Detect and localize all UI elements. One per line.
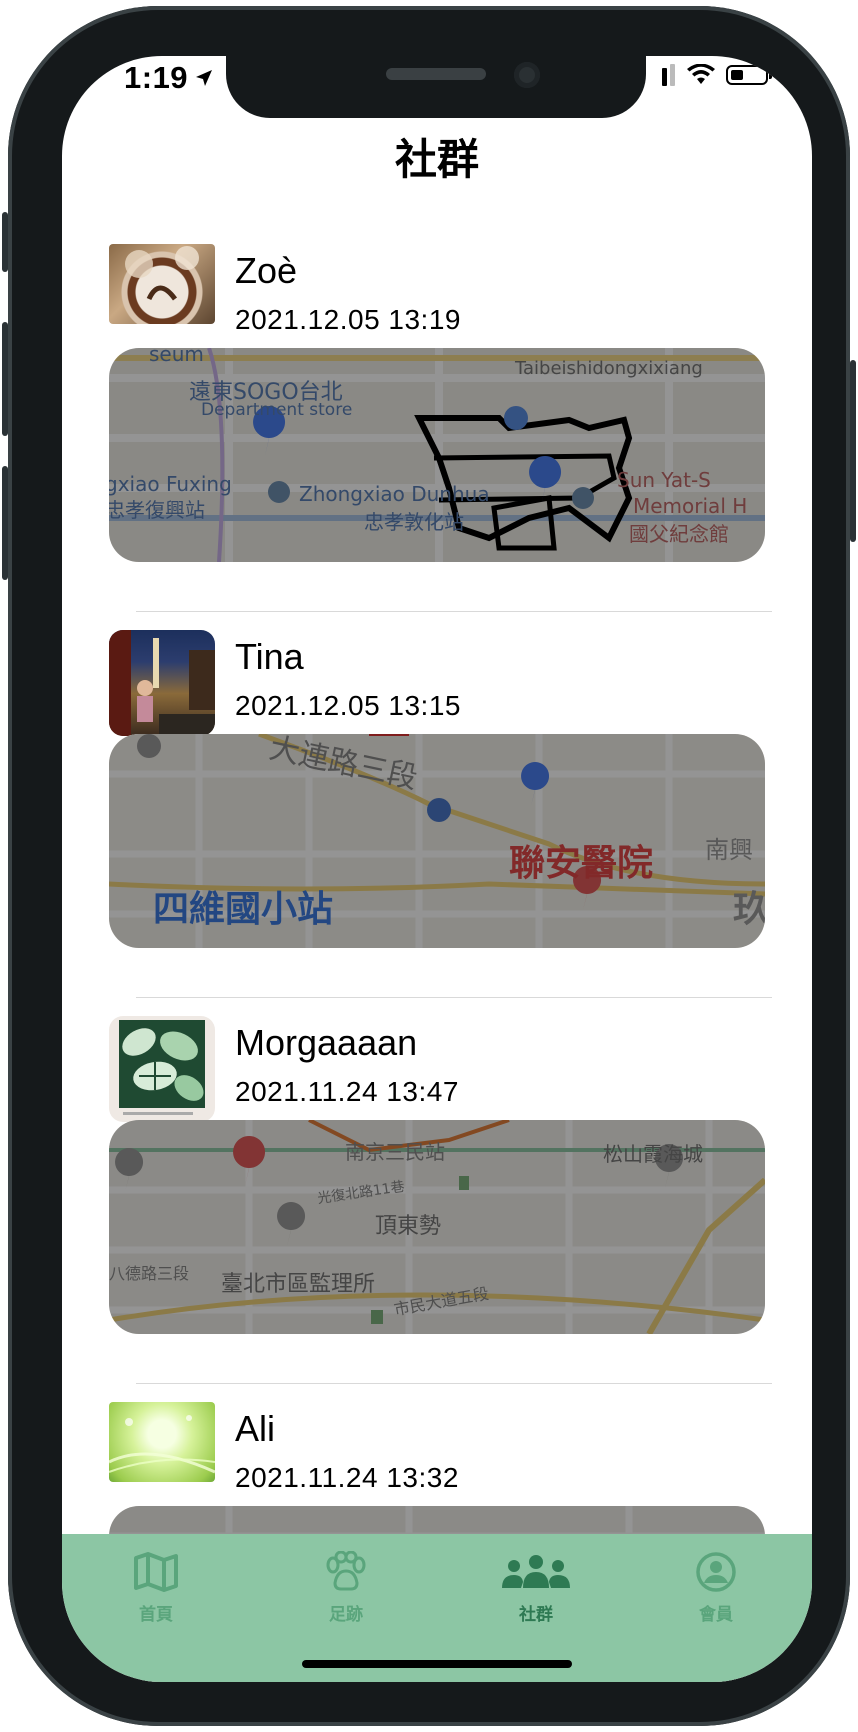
route-map[interactable]: seum 遠東SOGO台北 Department store Taibeishi… (109, 348, 765, 562)
tab-bar: 首頁 足跡 社群 會員 (62, 1534, 812, 1682)
page-title: 社群 (394, 135, 479, 184)
battery-icon (726, 65, 772, 85)
tab-footprint-label: 足跡 (329, 1605, 363, 1625)
mute-switch (2, 212, 8, 272)
location-arrow-icon (196, 70, 213, 86)
avatar (109, 630, 215, 736)
post-date: 2021.12.05 13:19 (235, 304, 461, 335)
post-username[interactable]: Tina (235, 636, 304, 678)
post-username[interactable]: Morgaaaan (235, 1022, 417, 1064)
paw-icon (326, 1551, 366, 1591)
route-map[interactable]: 大連路三段 聯安醫院 南興 四維國小站 玖 (109, 734, 765, 948)
power-button (850, 360, 856, 542)
volume-down-button (2, 466, 8, 580)
status-time-text: 1:19 (124, 60, 189, 95)
map-overlay (109, 1120, 765, 1334)
route-map[interactable]: 南京三民站 松山霞海城 光復北路11巷 頂東勢 八德路三段 臺北市區監理所 市民… (109, 1120, 765, 1334)
tab-member[interactable]: 會員 (656, 1548, 776, 1625)
status-time: 1:19 (124, 60, 214, 96)
post-username[interactable]: Ali (235, 1408, 275, 1450)
avatar (109, 244, 215, 324)
tab-footprint[interactable]: 足跡 (286, 1548, 406, 1625)
post-date: 2021.11.24 13:32 (235, 1462, 459, 1493)
map-overlay (109, 734, 765, 948)
avatar (109, 1016, 215, 1122)
map-overlay (109, 348, 765, 562)
tab-home[interactable]: 首頁 (96, 1548, 216, 1625)
home-indicator[interactable] (302, 1660, 572, 1668)
post-card[interactable]: Tina 2021.12.05 13:15 大連路三段 聯安醫院 南興 四維國小… (62, 612, 812, 998)
screen: 1:19 社群 Zoè 2021.12.05 13:19 seum 遠東SOGO… (62, 56, 812, 1682)
group-icon (502, 1555, 570, 1588)
tab-community[interactable]: 社群 (476, 1548, 596, 1625)
post-username[interactable]: Zoè (235, 250, 297, 292)
post-date: 2021.12.05 13:15 (235, 690, 461, 721)
phone-frame: 1:19 社群 Zoè 2021.12.05 13:19 seum 遠東SOGO… (2, 6, 856, 1726)
feed-list[interactable]: Zoè 2021.12.05 13:19 seum 遠東SOGO台北 Depar… (62, 226, 812, 1682)
signal-icon (662, 64, 675, 86)
avatar (109, 1402, 215, 1482)
tab-home-label: 首頁 (139, 1605, 173, 1625)
map-icon (134, 1552, 178, 1592)
post-card[interactable]: Zoè 2021.12.05 13:19 seum 遠東SOGO台北 Depar… (62, 226, 812, 612)
volume-up-button (2, 322, 8, 436)
tab-community-label: 社群 (519, 1605, 553, 1625)
notch (226, 56, 646, 118)
tab-member-label: 會員 (699, 1605, 733, 1625)
wifi-icon (687, 64, 715, 84)
post-date: 2021.11.24 13:47 (235, 1076, 459, 1107)
status-indicators (662, 64, 772, 86)
post-card[interactable]: Morgaaaan 2021.11.24 13:47 南京三民站 松山霞海城 光… (62, 998, 812, 1384)
person-circle-icon (696, 1552, 736, 1592)
